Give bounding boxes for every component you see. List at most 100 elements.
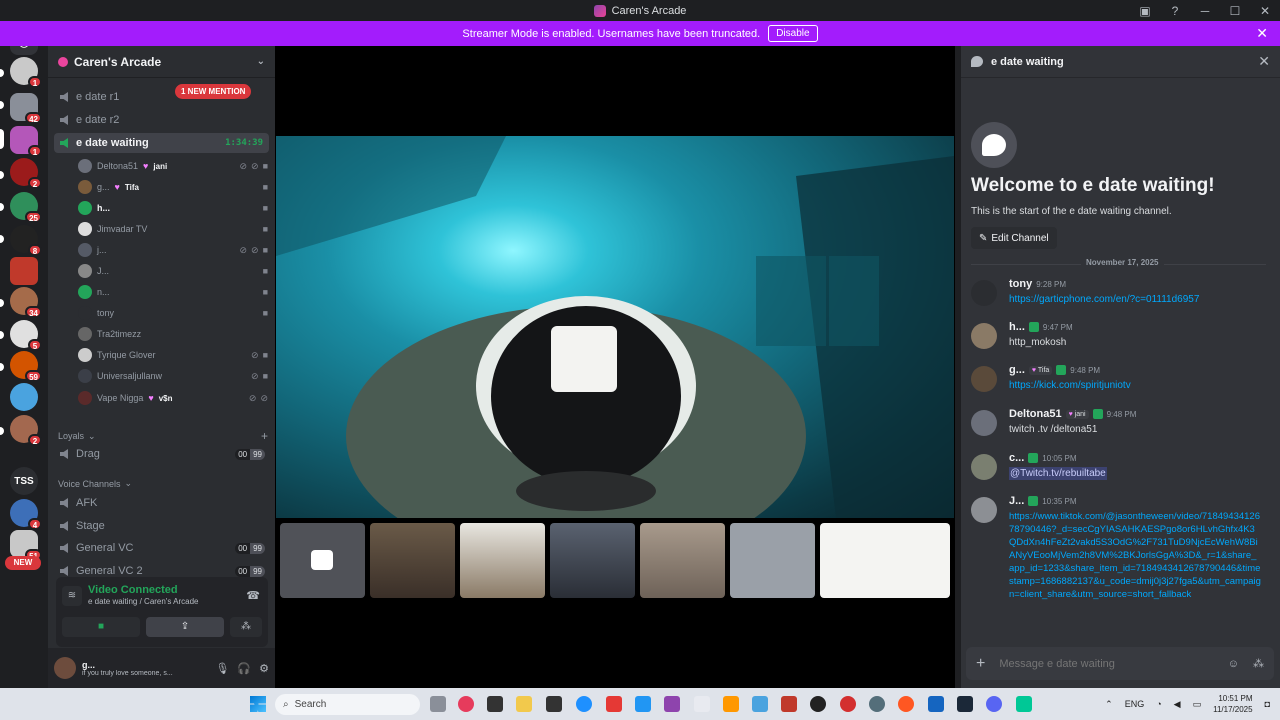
voice-user[interactable]: j... ⊘ ⊘ ■	[78, 240, 268, 260]
voice-user[interactable]: h... ■	[78, 198, 268, 218]
opera-icon[interactable]	[458, 696, 474, 712]
voice-user[interactable]: n... ■	[78, 282, 268, 302]
message-mention-link[interactable]: @Twitch.tv/rebuiltabe	[1009, 467, 1107, 480]
server-icon[interactable]: 8	[10, 225, 42, 256]
message-link[interactable]: https://garticphone.com/en/?c=01111d6957	[1009, 293, 1261, 306]
server-icon[interactable]	[10, 257, 38, 285]
participant-tile[interactable]	[820, 523, 950, 598]
server-icon[interactable]: 42	[10, 93, 42, 124]
volume-icon[interactable]: ◀	[1174, 699, 1181, 710]
voice-user[interactable]: J... ■	[78, 261, 268, 281]
app-icon[interactable]	[546, 696, 562, 712]
participant-tile[interactable]	[460, 523, 545, 598]
category-voice-channels[interactable]: Voice Channels ⌄	[58, 478, 268, 489]
avatar[interactable]	[54, 657, 76, 679]
voice-user[interactable]: Jimvadar TV ■	[78, 219, 268, 239]
emoji-icon[interactable]: ☺	[1228, 658, 1239, 670]
new-mention-badge[interactable]: 1 NEW MENTION	[175, 84, 252, 99]
avatar[interactable]	[971, 280, 997, 306]
screen-share-button[interactable]: ⇪	[146, 617, 224, 637]
taskbar-search[interactable]: ⌕ Search	[275, 694, 420, 715]
add-channel-icon[interactable]: +	[261, 429, 268, 443]
avatar[interactable]	[971, 366, 997, 392]
voice-user[interactable]: g... ♥ Tifa ■	[78, 177, 268, 197]
category-loyals[interactable]: Loyals ⌄ +	[58, 429, 268, 443]
message-author[interactable]: c...	[1009, 452, 1024, 464]
camera-button[interactable]: ■	[62, 617, 140, 637]
file-explorer-icon[interactable]	[516, 696, 532, 712]
voice-channel-path[interactable]: e date waiting / Caren's Arcade	[88, 597, 198, 606]
channel-stage[interactable]: Stage	[54, 516, 269, 536]
maximize-button[interactable]: ☐	[1220, 4, 1250, 18]
message-author[interactable]: g...	[1009, 364, 1025, 376]
inbox-icon[interactable]: ▣	[1130, 4, 1160, 18]
server-icon[interactable]: 2	[10, 415, 42, 446]
server-header[interactable]: Caren's Arcade ⌄	[48, 46, 275, 78]
signal-icon[interactable]: ≋	[62, 586, 82, 606]
edit-channel-button[interactable]: ✎ Edit Channel	[971, 227, 1057, 249]
attach-plus-icon[interactable]: +	[976, 655, 985, 673]
message-link[interactable]: https://kick.com/spiritjuniotv	[1009, 379, 1261, 392]
minimize-button[interactable]: ─	[1190, 4, 1220, 18]
task-view-icon[interactable]	[430, 696, 446, 712]
app-icon[interactable]	[723, 696, 739, 712]
app-icon[interactable]	[606, 696, 622, 712]
voice-user[interactable]: Tra2timezz	[78, 324, 268, 344]
app-icon[interactable]	[869, 696, 885, 712]
windows-start-icon[interactable]	[250, 696, 266, 712]
server-icon[interactable]: 25	[10, 192, 42, 223]
participant-tile[interactable]	[640, 523, 725, 598]
voice-status[interactable]: Video Connected	[88, 584, 178, 596]
close-banner-icon[interactable]: ✕	[1256, 25, 1268, 42]
channel-e-date-waiting[interactable]: e date waiting 1:34:39	[54, 133, 269, 153]
voice-user[interactable]: Tyrique Glover ⊘ ■	[78, 345, 268, 365]
app-icon[interactable]	[694, 696, 710, 712]
app-icon[interactable]	[781, 696, 797, 712]
activities-button[interactable]: ⁂	[230, 617, 262, 637]
participant-tile[interactable]	[280, 523, 365, 598]
server-icon-tss[interactable]: TSS	[10, 467, 38, 495]
channel-general-vc[interactable]: General VC 00 99	[54, 538, 269, 558]
app-icon[interactable]	[1016, 696, 1032, 712]
microphone-icon[interactable]: 🎙	[215, 662, 229, 675]
server-icon[interactable]: 4	[10, 499, 42, 530]
steam-icon[interactable]	[957, 696, 973, 712]
participant-tile[interactable]	[550, 523, 635, 598]
server-icon[interactable]: 51	[10, 530, 42, 561]
disable-streamer-mode-button[interactable]: Disable	[768, 25, 818, 42]
language-indicator[interactable]: ENG	[1125, 699, 1145, 709]
server-icon[interactable]: 34	[10, 287, 42, 318]
app-icon[interactable]	[752, 696, 768, 712]
battery-icon[interactable]: ▭	[1193, 699, 1202, 710]
avatar[interactable]	[971, 497, 997, 523]
message-author[interactable]: J...	[1009, 495, 1024, 507]
discord-taskbar-icon[interactable]	[986, 696, 1002, 712]
participant-tile[interactable]	[730, 523, 815, 598]
server-icon-carens-arcade[interactable]: 1	[10, 126, 42, 157]
server-icon[interactable]: 59	[10, 351, 42, 382]
help-icon[interactable]: ?	[1160, 4, 1190, 18]
notification-bell-icon[interactable]: ◘	[1265, 699, 1270, 709]
main-video-feed[interactable]	[276, 136, 954, 518]
channel-e-date-r2[interactable]: e date r2	[54, 110, 269, 130]
voice-user[interactable]: Universaljullanw ⊘ ■	[78, 366, 268, 386]
message-author[interactable]: tony	[1009, 278, 1032, 290]
message-input[interactable]	[999, 657, 1214, 670]
message-author[interactable]: h...	[1009, 321, 1025, 333]
server-icon[interactable]: 1	[10, 57, 42, 88]
apps-icon[interactable]: ⁂	[1253, 657, 1264, 670]
disconnect-icon[interactable]: ☎	[246, 589, 260, 602]
avatar[interactable]	[971, 454, 997, 480]
close-window-button[interactable]: ✕	[1250, 4, 1280, 18]
wifi-icon[interactable]: ◔	[1156, 699, 1161, 709]
avatar[interactable]	[971, 323, 997, 349]
message-link[interactable]: https://www.tiktok.com/@jasontheween/vid…	[1009, 510, 1261, 601]
app-icon[interactable]	[928, 696, 944, 712]
channel-drag[interactable]: Drag 00 99	[54, 444, 269, 464]
avatar[interactable]	[971, 410, 997, 436]
edge-icon[interactable]	[576, 696, 592, 712]
participant-tile[interactable]	[370, 523, 455, 598]
headphones-icon[interactable]: 🎧	[237, 662, 251, 675]
channel-afk[interactable]: AFK	[54, 493, 269, 513]
record-icon[interactable]	[840, 696, 856, 712]
